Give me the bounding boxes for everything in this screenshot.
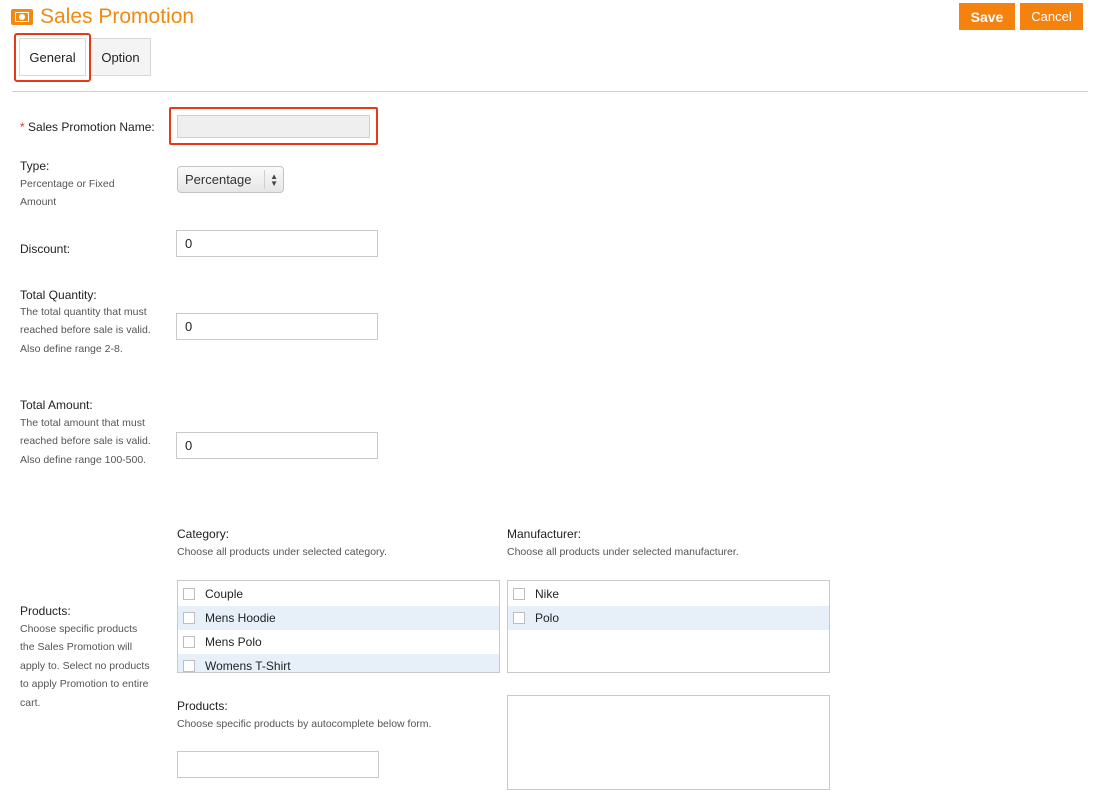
products-help: Choose specific products by autocomplete… <box>177 718 432 730</box>
promotion-name-label: * Sales Promotion Name: <box>20 120 155 134</box>
category-item-label: Mens Polo <box>205 635 262 649</box>
checkbox[interactable] <box>513 612 525 624</box>
total-amount-help: The total amount that must reached befor… <box>20 417 151 466</box>
category-help: Choose all products under selected categ… <box>177 546 387 558</box>
products-section-help: Choose specific products the Sales Promo… <box>20 623 150 709</box>
total-quantity-input[interactable] <box>176 313 378 340</box>
manufacturer-help: Choose all products under selected manuf… <box>507 546 739 558</box>
category-label: Category: <box>177 527 230 541</box>
total-quantity-help: The total quantity that must reached bef… <box>20 306 151 355</box>
type-select[interactable]: Percentage ▲ ▼ <box>177 166 284 193</box>
checkbox[interactable] <box>183 612 195 624</box>
category-item-label: Womens T-Shirt <box>205 659 291 673</box>
highlight-box-tab <box>14 33 91 82</box>
manufacturer-item[interactable]: Nike <box>508 582 829 606</box>
manufacturer-label: Manufacturer: <box>507 527 582 541</box>
updown-arrows-icon: ▲ ▼ <box>270 172 278 188</box>
checkbox[interactable] <box>183 660 195 672</box>
total-amount-label: Total Amount: <box>20 398 93 412</box>
type-help: Percentage or Fixed Amount <box>20 178 115 209</box>
checkbox[interactable] <box>183 588 195 600</box>
category-item[interactable]: Mens Polo <box>178 630 499 654</box>
total-amount-input[interactable] <box>176 432 378 459</box>
category-item[interactable]: Mens Hoodie <box>178 606 499 630</box>
category-item[interactable]: Womens T-Shirt <box>178 654 499 673</box>
tab-option[interactable]: Option <box>90 38 151 76</box>
page-title: Sales Promotion <box>40 5 195 28</box>
highlight-box-name <box>169 107 378 145</box>
checkbox[interactable] <box>183 636 195 648</box>
manufacturer-item-label: Polo <box>535 611 560 625</box>
cancel-button[interactable]: Cancel <box>1020 3 1083 30</box>
checkbox[interactable] <box>513 588 525 600</box>
products-autocomplete-input[interactable] <box>177 751 379 778</box>
manufacturer-item-label: Nike <box>535 587 560 601</box>
save-button[interactable]: Save <box>959 3 1015 30</box>
products-label: Products: <box>177 699 228 713</box>
type-select-value: Percentage <box>185 172 252 187</box>
category-item-label: Mens Hoodie <box>205 611 276 625</box>
selected-products-list[interactable] <box>507 695 830 790</box>
money-icon <box>11 9 33 25</box>
type-label: Type: <box>20 159 50 173</box>
category-list[interactable]: Couple Mens Hoodie Mens Polo Womens T-Sh… <box>177 580 500 673</box>
manufacturer-item[interactable]: Polo <box>508 606 829 630</box>
category-item[interactable]: Couple <box>178 582 499 606</box>
total-quantity-label: Total Quantity: <box>20 288 97 302</box>
divider <box>12 91 1088 92</box>
products-section-label: Products: <box>20 604 71 618</box>
manufacturer-list[interactable]: Nike Polo <box>507 580 830 673</box>
discount-input[interactable] <box>176 230 378 257</box>
category-item-label: Couple <box>205 587 244 601</box>
discount-label: Discount: <box>20 242 71 256</box>
